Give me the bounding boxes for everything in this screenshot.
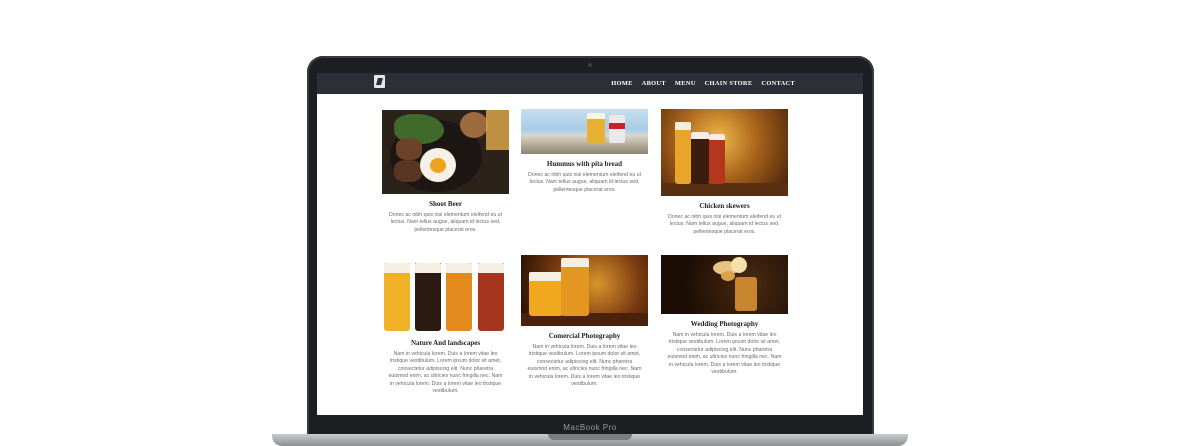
beer-beach-image[interactable] xyxy=(521,109,648,154)
nav-item-contact[interactable]: CONTACT xyxy=(761,80,795,87)
gallery-card[interactable]: Comercial Photography Nam in vehicula lo… xyxy=(521,255,648,388)
card-title: Wedding Photography xyxy=(690,320,759,328)
camera-icon xyxy=(588,63,592,67)
card-description: Donec ac nibh quis nisi elementum eleife… xyxy=(527,172,642,193)
device-model-label: MacBook Pro xyxy=(563,423,617,432)
gallery-card[interactable]: Chicken skewers Donec ac nibh quis nisi … xyxy=(661,109,788,236)
nav-item-chain-store[interactable]: CHAIN STORE xyxy=(705,80,753,87)
card-title: Shoot Beer xyxy=(429,200,462,208)
card-description: Nam in vehicula lorem. Duis a lorem vita… xyxy=(388,351,503,395)
nav-item-menu[interactable]: MENU xyxy=(675,80,696,87)
card-title: Comercial Photography xyxy=(548,332,621,340)
beer-splash-image[interactable] xyxy=(661,255,788,314)
navbar: HOME ABOUT MENU CHAIN STORE CONTACT xyxy=(317,73,863,94)
nav-menu: HOME ABOUT MENU CHAIN STORE CONTACT xyxy=(611,73,795,94)
card-description: Donec ac nibh quis nisi elementum eleife… xyxy=(388,212,503,233)
three-beers-image[interactable] xyxy=(661,109,788,196)
gallery-card[interactable]: Wedding Photography Nam in vehicula lore… xyxy=(661,255,788,376)
card-title: Hummus with pita bread xyxy=(546,160,623,168)
website-screen: HOME ABOUT MENU CHAIN STORE CONTACT Shoo… xyxy=(317,73,863,415)
laptop-base-notch xyxy=(548,434,632,440)
food-plate-image[interactable] xyxy=(382,110,509,194)
card-title: Chicken skewers xyxy=(699,202,750,210)
site-logo[interactable] xyxy=(374,75,385,88)
card-description: Nam in vehicula lorem. Duis a lorem vita… xyxy=(527,344,642,388)
gallery-card[interactable]: Shoot Beer Donec ac nibh quis nisi eleme… xyxy=(382,110,509,234)
card-description: Nam in vehicula lorem. Duis a lorem vita… xyxy=(667,332,782,376)
nav-item-about[interactable]: ABOUT xyxy=(642,80,666,87)
nav-item-home[interactable]: HOME xyxy=(611,80,632,87)
four-pints-image[interactable] xyxy=(382,255,509,333)
card-title: Nature And landscapes xyxy=(410,339,481,347)
card-description: Donec ac nibh quis nisi elementum eleife… xyxy=(667,214,782,235)
gallery-card[interactable]: Nature And landscapes Nam in vehicula lo… xyxy=(382,255,509,395)
beer-mugs-image[interactable] xyxy=(521,255,648,326)
gallery-card[interactable]: Hummus with pita bread Donec ac nibh qui… xyxy=(521,109,648,194)
